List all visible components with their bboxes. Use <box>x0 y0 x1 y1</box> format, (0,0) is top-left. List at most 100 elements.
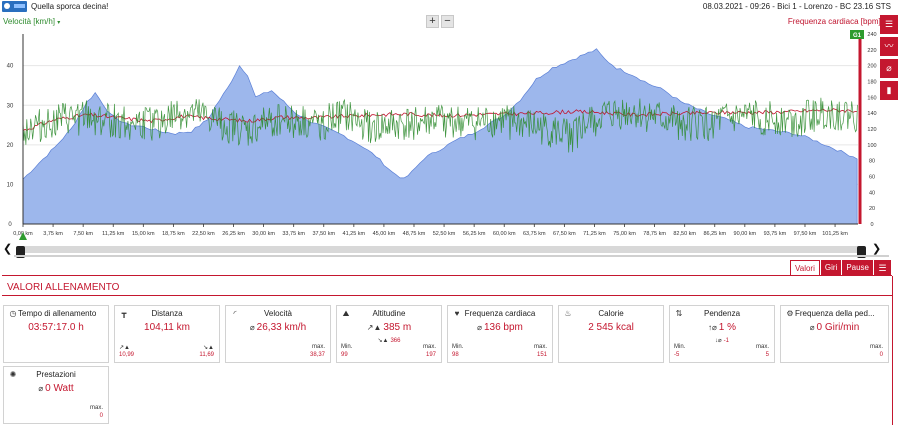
min-value: -5 <box>674 352 680 358</box>
x-tick-label: 7,50 km <box>73 231 93 237</box>
speed-axis-title[interactable]: Velocità [km/h] ▾ <box>3 17 60 26</box>
card-value: 03:57:17.0 h <box>28 322 84 333</box>
right-tick-label: 20 <box>869 206 875 212</box>
max-label: max. <box>89 405 103 411</box>
card-distanza: ┳ Distanza 104,11 km ↗▲ 10,99 ↘▲ 11,69 <box>114 305 220 363</box>
card-title: Altitudine <box>372 309 406 318</box>
min-value: 99 <box>341 352 348 358</box>
max-label: max. <box>422 344 436 350</box>
max-value: 38,37 <box>309 352 325 358</box>
chart-tools: ☰ 〰 ⌀ ▮ <box>880 15 900 103</box>
x-tick-label: 41,25 km <box>343 231 366 237</box>
crank-icon: ⚙ <box>786 309 794 318</box>
right-tick-label: 240 <box>867 32 876 38</box>
x-tick-label: 30,00 km <box>252 231 275 237</box>
average-icon: ⌀ <box>809 323 815 332</box>
left-tick-label: 30 <box>7 103 14 109</box>
average-icon: ⌀ <box>249 323 255 332</box>
x-tick-label: 101,25 km <box>822 231 848 237</box>
panel-border <box>892 276 893 425</box>
scroll-left-button[interactable]: ❮ <box>3 243 12 255</box>
right-tick-label: 140 <box>867 111 876 117</box>
max-value: 5 <box>765 352 769 358</box>
chart-scroller: ❮ ❯ <box>0 243 900 258</box>
x-tick-label: 82,50 km <box>673 231 696 237</box>
card-title: Velocità <box>263 309 293 318</box>
card-frequenza: ♥ Frequenza cardiaca ⌀ 136 bpm Min. 98 ma… <box>447 305 553 363</box>
x-tick-label: 52,50 km <box>433 231 456 237</box>
max-value: 197 <box>425 352 436 358</box>
scroll-track[interactable] <box>16 246 866 258</box>
left-tick-label: 40 <box>7 64 14 70</box>
x-tick-label: 63,75 km <box>523 231 546 237</box>
min-label: Min. <box>341 344 353 350</box>
scroller-divider <box>14 255 889 257</box>
scroll-right-button[interactable]: ❯ <box>872 243 881 255</box>
uphill-distance: 10,99 <box>119 352 135 358</box>
max-label: max. <box>311 344 325 350</box>
tabs-divider <box>2 275 892 276</box>
training-chart[interactable]: 0 10 20 30 40 0 20 40 60 80 100 120 140 160 180 200 220 2… <box>0 28 880 244</box>
x-tick-label: 37,50 km <box>312 231 335 237</box>
max-value: 0 <box>879 352 883 358</box>
zoom-in-button[interactable]: + <box>426 15 439 28</box>
x-tick-label: 45,00 km <box>373 231 396 237</box>
min-label: Min. <box>452 344 464 350</box>
x-tick-label: 3,75 km <box>43 231 63 237</box>
card-value: 104,11 km <box>144 322 190 333</box>
x-tick-label: 75,00 km <box>613 231 636 237</box>
card-prestazioni: ✺ Prestazioni ⌀ 0 Watt max. 0 <box>3 366 109 424</box>
zoom-out-button[interactable]: − <box>441 15 454 28</box>
max-value: 0 <box>99 413 103 419</box>
card-value: ⌀ 136 bpm <box>477 322 523 333</box>
decline-value: ↓⌀ -1 <box>715 338 729 344</box>
x-tick-label: 86,25 km <box>703 231 726 237</box>
max-label: max. <box>755 344 769 350</box>
right-tick-label: 220 <box>867 48 876 54</box>
left-tick-label: 0 <box>8 222 12 228</box>
list-icon[interactable]: ☰ <box>880 15 898 34</box>
card-title: Distanza <box>151 309 183 318</box>
card-title: Frequenza della ped... <box>795 309 875 318</box>
x-tick-label: 97,50 km <box>794 231 817 237</box>
tab-giri[interactable]: Giri <box>819 260 842 276</box>
heart-rate-axis-title[interactable]: Frequenza cardiaca [bpm] ▾ <box>788 17 886 26</box>
section-divider <box>2 295 892 296</box>
card-value: 2 545 kcal <box>588 322 634 333</box>
descent-value: ↘▲ 366 <box>377 338 401 344</box>
line-chart-icon[interactable]: 〰 <box>880 37 898 56</box>
card-velocita: ◜ Velocità ⌀ 26,33 km/h max. 38,37 <box>225 305 331 363</box>
title-bar: Quella sporca decina! 08.03.2021 - 09:26… <box>0 0 900 14</box>
decline-icon: ↓⌀ <box>715 338 722 344</box>
ride-meta: 08.03.2021 - 09:26 - Bici 1 - Lorenzo - … <box>702 2 891 11</box>
min-label: Min. <box>674 344 686 350</box>
right-tick-label: 200 <box>867 64 876 70</box>
max-label: max. <box>533 344 547 350</box>
downhill-icon: ↘▲ <box>203 345 214 351</box>
app-window: Quella sporca decina! 08.03.2021 - 09:26… <box>0 0 900 425</box>
x-tick-label: 56,25 km <box>463 231 486 237</box>
altitude-area <box>22 48 858 225</box>
ascent-icon: ↗▲ <box>366 323 382 332</box>
card-value: ↑⌀ 1 % <box>707 322 737 333</box>
x-tick-label: 78,75 km <box>643 231 666 237</box>
tab-valori[interactable]: Valori <box>790 260 820 276</box>
card-title: Tempo di allenamento <box>18 309 97 318</box>
card-altitudine: ⛰ Altitudine ↗▲ 385 m ↘▲ 366 Min. 99 max. … <box>336 305 442 363</box>
x-tick-label: 93,75 km <box>764 231 787 237</box>
marker-label: G1 <box>853 33 862 39</box>
card-value: ⌀ 26,33 km/h <box>249 322 307 333</box>
card-calorie: ♨ Calorie 2 545 kcal <box>558 305 664 363</box>
card-value: ↗▲ 385 m <box>366 322 412 333</box>
bar-chart-icon[interactable]: ▮ <box>880 81 898 100</box>
average-icon: ⌀ <box>477 323 482 332</box>
card-value: ⌀ 0 Giri/min <box>809 322 860 333</box>
right-tick-label: 180 <box>867 80 876 86</box>
right-tick-label: 160 <box>867 95 876 101</box>
no-entry-icon[interactable]: ⌀ <box>880 59 898 78</box>
section-title: VALORI ALLENAMENTO <box>7 282 120 293</box>
tab-pause[interactable]: Pause <box>841 260 873 276</box>
right-tick-label: 60 <box>869 175 875 181</box>
x-tick-label: 48,75 km <box>403 231 426 237</box>
list-view-icon[interactable]: ☰ <box>873 260 891 276</box>
